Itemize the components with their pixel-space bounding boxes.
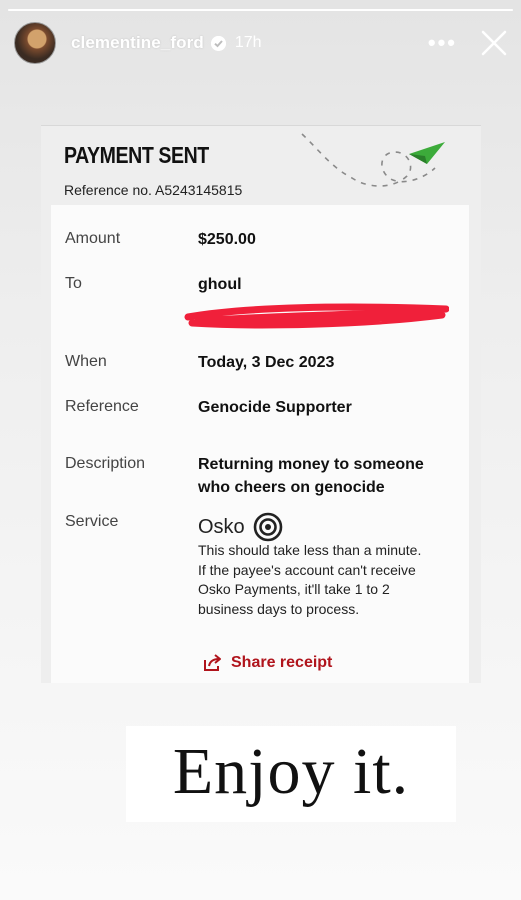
service-note-line: Osko Payments, it'll take 1 to 2 [198, 581, 390, 597]
amount-value: $250.00 [198, 231, 256, 248]
paper-plane-icon [301, 133, 445, 187]
to-value: ghoul [198, 276, 242, 293]
osko-wordmark: Osko [198, 515, 245, 538]
amount-label: Amount [65, 230, 121, 247]
share-icon [204, 654, 221, 671]
description-value-line1: Returning money to someone [198, 456, 424, 473]
osko-logo-icon [253, 512, 282, 542]
service-label: Service [65, 513, 119, 530]
more-horizontal-icon[interactable]: ••• [428, 30, 457, 56]
when-value: Today, 3 Dec 2023 [198, 354, 335, 371]
username[interactable]: clementine_ford [71, 33, 204, 53]
close-icon[interactable] [479, 28, 509, 58]
story-header: clementine_ford 17h ••• [14, 22, 509, 64]
share-receipt-label: Share receipt [231, 654, 333, 671]
service-note-line: business days to process. [198, 600, 360, 617]
caption-box: Enjoy it. [126, 726, 456, 822]
verified-badge-icon [210, 35, 226, 51]
caption-text: Enjoy it. [172, 735, 410, 808]
receipt-details: Amount $250.00 To ghoul When Today, 3 De… [51, 205, 469, 683]
avatar[interactable] [14, 22, 56, 64]
reference-value: Genocide Supporter [198, 399, 352, 416]
service-note-line: If the payee's account can't receive [198, 561, 416, 578]
osko-brand: Osko [198, 512, 283, 542]
description-label: Description [65, 455, 146, 472]
payment-title: PAYMENT SENT [64, 142, 209, 168]
description-value-line2: who cheers on genocide [198, 479, 385, 496]
receipt-header: PAYMENT SENT Reference no. A5243145815 [41, 125, 481, 206]
share-receipt-button[interactable]: Share receipt [203, 654, 332, 672]
story-progress-fill [8, 9, 513, 11]
receipt-card: Amount $250.00 To ghoul When Today, 3 De… [41, 205, 481, 683]
reference-number: Reference no. A5243145815 [64, 182, 243, 198]
story-progress-bar [8, 9, 513, 11]
service-note-line: This should take less than a minute. [198, 542, 422, 558]
to-label: To [65, 275, 82, 292]
service-note: This should take less than a minute. If … [198, 541, 448, 619]
redaction-scribble [184, 303, 449, 329]
story-time: 17h [234, 34, 262, 51]
when-label: When [65, 353, 107, 370]
reference-label: Reference [65, 398, 139, 415]
